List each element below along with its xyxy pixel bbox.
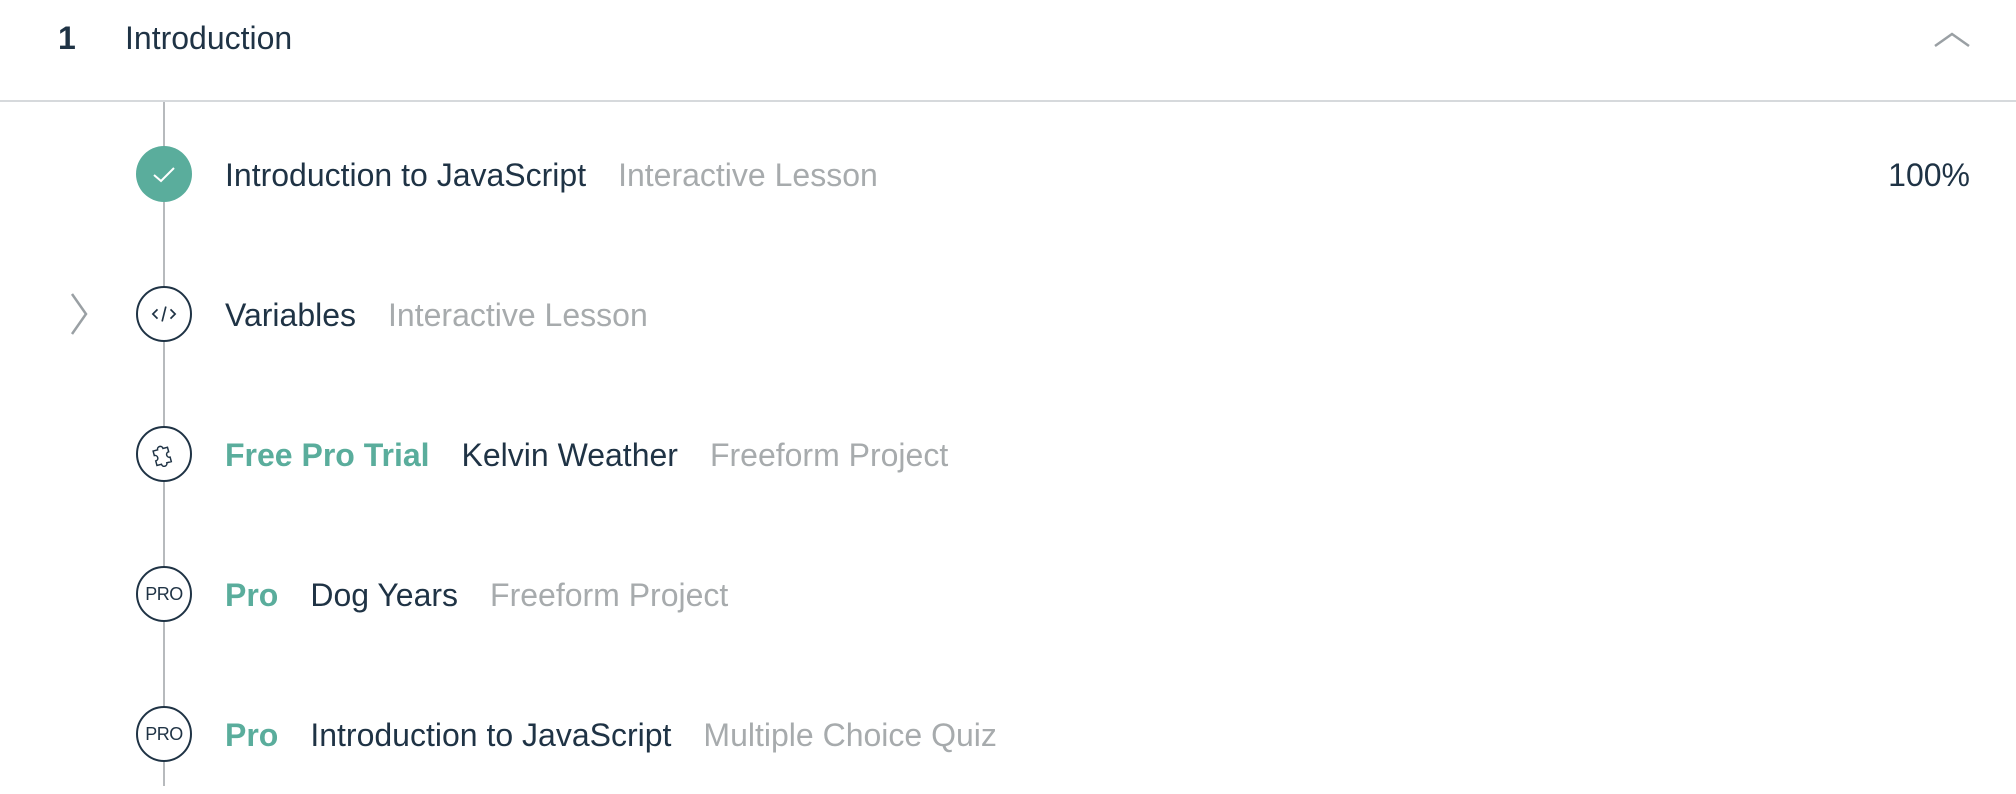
locked-status-node: [136, 426, 192, 482]
current-status-node: [136, 286, 192, 342]
project-item-dog-years[interactable]: PRO Pro Dog Years Freeform Project: [0, 534, 2016, 654]
pro-badge: Pro: [225, 577, 279, 613]
quiz-title: Introduction to JavaScript: [310, 717, 672, 753]
quiz-item-introduction-to-javascript[interactable]: PRO Pro Introduction to JavaScript Multi…: [0, 674, 2016, 794]
free-pro-trial-badge: Free Pro Trial: [225, 437, 430, 473]
section-number: 1: [58, 20, 76, 56]
lesson-progress: 100%: [1888, 157, 1970, 193]
lesson-type: Interactive Lesson: [618, 157, 878, 193]
pro-badge: Pro: [225, 717, 279, 753]
project-title: Dog Years: [310, 577, 459, 613]
pro-icon: PRO: [145, 583, 183, 604]
project-item-kelvin-weather[interactable]: Free Pro Trial Kelvin Weather Freeform P…: [0, 394, 2016, 514]
checkmark-icon: [153, 167, 175, 183]
lesson-title: Introduction to JavaScript: [225, 157, 587, 193]
pro-status-node: PRO: [136, 706, 192, 762]
project-type: Freeform Project: [490, 577, 729, 613]
section-header[interactable]: 1 Introduction: [0, 0, 2016, 102]
puzzle-icon: [152, 445, 173, 468]
project-title: Kelvin Weather: [461, 437, 678, 473]
section-title: Introduction: [125, 20, 293, 56]
chevron-right-icon: [68, 292, 90, 336]
code-icon: [151, 306, 177, 322]
completed-status-node: [136, 146, 192, 202]
quiz-type: Multiple Choice Quiz: [703, 717, 997, 753]
pro-status-node: PRO: [136, 566, 192, 622]
chevron-up-icon[interactable]: [1932, 22, 1972, 56]
lesson-item-introduction-to-javascript[interactable]: Introduction to JavaScript Interactive L…: [0, 114, 2016, 234]
pro-icon: PRO: [145, 723, 183, 744]
lesson-type: Interactive Lesson: [388, 297, 648, 333]
project-type: Freeform Project: [709, 437, 949, 473]
lesson-item-variables[interactable]: Variables Interactive Lesson: [0, 254, 2016, 374]
lesson-title: Variables: [225, 297, 357, 333]
